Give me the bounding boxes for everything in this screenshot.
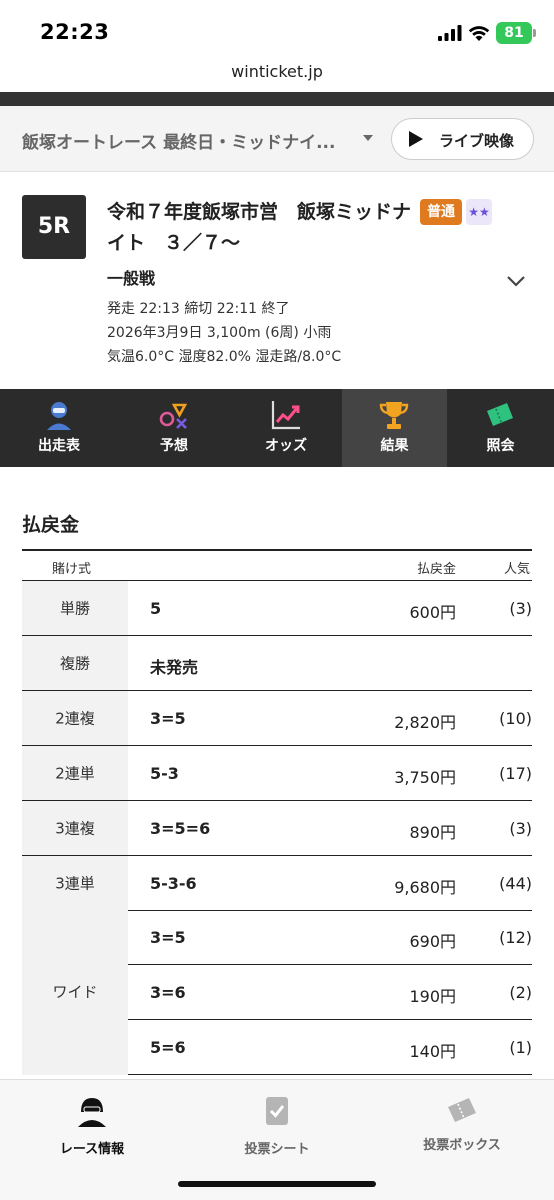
battery-indicator: 81 [496,22,536,44]
ticket-icon [487,403,513,426]
tab-results[interactable]: 結果 [342,389,447,467]
checklist-icon [266,1097,288,1125]
nav-bet-sheet[interactable]: 投票シート [185,1088,369,1168]
cellular-signal-icon [438,25,462,41]
race-title: 令和７年度飯塚市営 飯塚ミッドナイト ３／７〜 [107,201,412,254]
status-bar: 22:23 81 [0,0,554,62]
status-time: 22:23 [40,20,110,44]
nav-race-info[interactable]: レース情報 [0,1088,184,1168]
venue-selector[interactable]: 飯塚オートレース 最終日・ミッドナイ... [22,128,352,153]
tab-entries[interactable]: 出走表 [0,389,118,467]
browser-url[interactable]: winticket.jp [0,62,554,88]
tab-inquiry[interactable]: 照会 [447,389,554,467]
live-video-button[interactable]: ライブ映像 [391,118,534,160]
payout-row: 3連単 5-3-6 9,680円 (44) [22,856,532,911]
venue-header: 飯塚オートレース 最終日・ミッドナイ... ライブ映像 [0,106,554,172]
race-grade: 一般戦 [107,269,156,288]
payout-row: 単勝 5 600円 (3) [22,581,532,636]
race-date-distance: 2026年3月9日 3,100m (6周) 小雨 [107,325,332,341]
nav-bet-box[interactable]: 投票ボックス [370,1088,554,1168]
odds-chart-icon [271,401,300,430]
payout-row: 3=5 690円 (12) [150,928,532,951]
caret-down-icon[interactable] [362,132,374,144]
chevron-down-icon[interactable] [506,274,526,288]
header-divider [0,92,554,106]
race-start-time: 発走 22:13 締切 22:11 終了 [107,301,290,317]
payout-wide-block: ワイド 3=5 690円 (12) 3=6 190円 (2) 5=6 140円 … [22,910,532,1075]
trophy-icon [379,402,409,429]
race-number: 5R [22,195,86,259]
racer-helmet-icon [78,1098,106,1127]
home-indicator[interactable] [178,1181,376,1187]
sparkle-icon: ★★ [466,199,492,225]
payout-row: 3連複 3=5=6 890円 (3) [22,801,532,856]
race-info: 5R 令和７年度飯塚市営 飯塚ミッドナイト ３／７〜 普通 ★★ 一般戦 発走 … [0,172,554,389]
race-weather: 気温6.0°C 湿度82.0% 湿走路/8.0°C [107,349,342,365]
prediction-icon [159,403,188,429]
play-icon [409,131,423,147]
payout-row: 複勝 未発売 [22,636,532,691]
ticket-box-icon [448,1098,476,1122]
payout-header: 賭け式 払戻金 人気 [22,549,532,581]
race-tabs: 出走表 予想 オッズ 結果 照会 [0,389,554,467]
payout-row: 5=6 140円 (1) [150,1038,532,1061]
wifi-icon [468,26,490,41]
payout-row: 2連単 5-3 3,750円 (17) [22,746,532,801]
condition-badge: 普通 [420,199,462,225]
racer-icon [47,402,71,430]
payout-row: 2連複 3=5 2,820円 (10) [22,691,532,746]
tab-odds[interactable]: オッズ [230,389,342,467]
payout-title: 払戻金 [22,514,80,536]
payout-row: 3=6 190円 (2) [150,983,532,1006]
tab-prediction[interactable]: 予想 [118,389,230,467]
live-video-label: ライブ映像 [439,132,515,150]
